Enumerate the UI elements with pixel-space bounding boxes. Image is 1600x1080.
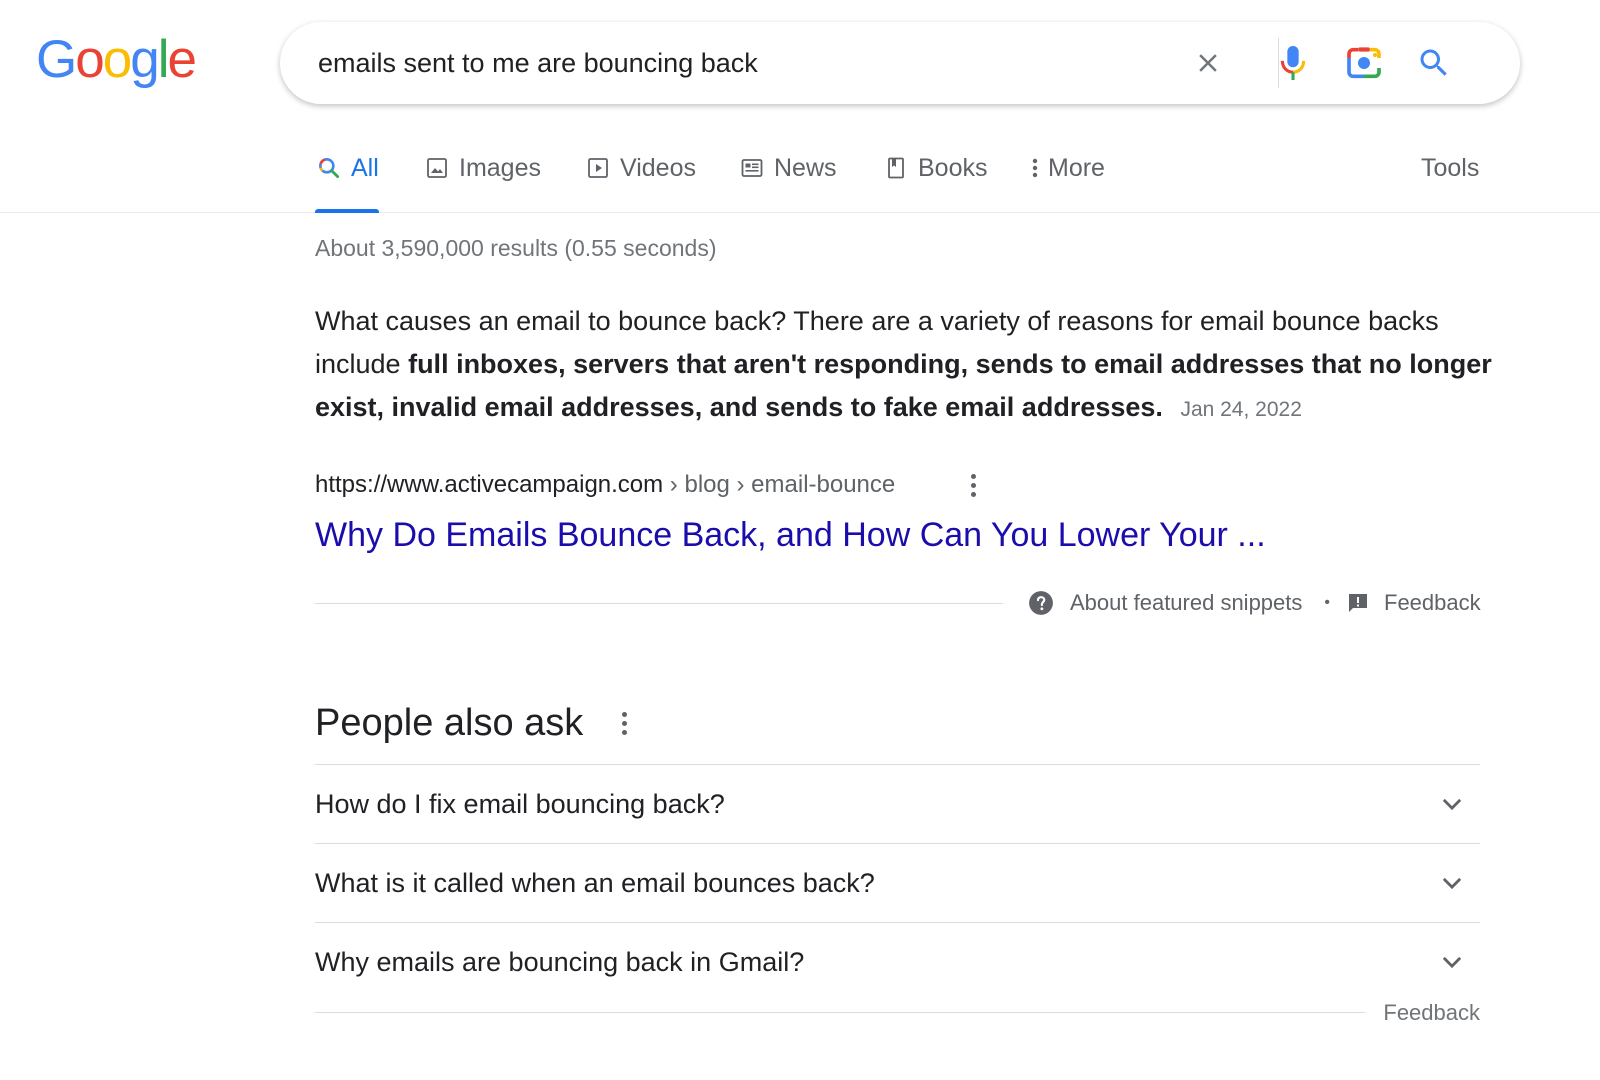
bookmark-icon [882,152,910,184]
snippet-date: Jan 24, 2022 [1180,398,1302,421]
help-icon[interactable] [1028,590,1054,616]
tab-more[interactable]: More [1028,140,1105,212]
snippet-feedback-link[interactable]: Feedback [1384,590,1481,616]
tools-button[interactable]: Tools [1421,140,1479,212]
footer-separator: • [1324,594,1330,611]
tab-label: News [774,154,837,182]
about-featured-snippets-link[interactable]: About featured snippets [1070,590,1302,616]
paa-bottom-divider [315,1012,1365,1013]
search-box[interactable]: emails sent to me are bouncing back [280,22,1520,104]
tab-label: Images [459,154,541,182]
search-input[interactable]: emails sent to me are bouncing back [318,22,758,104]
logo-letter: o [75,30,105,89]
camera-lens-icon[interactable] [1342,41,1386,85]
logo-letter: G [36,30,77,89]
snippet-bold-text: full inboxes, servers that aren't respon… [315,349,1492,422]
snippet-end-text: . [1155,392,1163,422]
paa-question[interactable]: What is it called when an email bounces … [315,843,1480,921]
search-tabs: All Images Videos News Books More Tools [0,140,1600,213]
paa-question-text: How do I fix email bouncing back? [315,789,725,819]
paa-feedback-link[interactable]: Feedback [1383,998,1480,1028]
feedback-icon[interactable] [1346,591,1370,615]
tab-all[interactable]: All [315,140,379,213]
snippet-divider [315,603,1003,604]
paa-question[interactable]: How do I fix email bouncing back? [315,764,1480,842]
clear-icon[interactable] [1186,41,1230,85]
dots-vertical-icon [1028,152,1042,184]
tab-news[interactable]: News [738,140,837,212]
logo-letter: l [157,30,170,89]
result-citation[interactable]: https://www.activecampaign.com › blog › … [315,468,895,502]
tab-images[interactable]: Images [423,140,541,212]
people-also-ask-title: People also ask [315,702,584,744]
chevron-down-icon [1442,956,1462,969]
newspaper-icon [738,152,766,184]
citation-domain: https://www.activecampaign.com [315,471,664,498]
snippet-footer: About featured snippets • Feedback [1028,586,1481,620]
tab-videos[interactable]: Videos [584,140,696,212]
logo-letter: g [130,30,160,89]
tab-label: More [1048,154,1105,182]
result-stats: About 3,590,000 results (0.55 seconds) [315,235,717,261]
paa-question-text: Why emails are bouncing back in Gmail? [315,947,805,977]
logo-letter: o [102,30,133,89]
paa-question-text: What is it called when an email bounces … [315,868,875,898]
logo-letter: e [167,30,197,89]
search-icon [315,152,343,184]
citation-path: › blog › email-bounce [663,471,896,498]
tools-label: Tools [1421,154,1480,182]
active-tab-indicator [315,209,379,213]
tab-label: Videos [620,154,696,182]
tab-books[interactable]: Books [882,140,987,212]
play-icon [584,152,612,184]
chevron-down-icon [1442,877,1462,890]
result-options-icon[interactable] [963,470,983,500]
search-icon[interactable] [1412,41,1456,85]
tab-label: Books [918,154,988,182]
tab-label: All [351,154,379,182]
google-logo[interactable]: Google [36,28,197,92]
image-icon [423,152,451,184]
paa-options-icon[interactable] [614,708,634,738]
paa-question[interactable]: Why emails are bouncing back in Gmail? [315,922,1480,1000]
chevron-down-icon [1442,798,1462,811]
featured-snippet-text: What causes an email to bounce back? The… [315,300,1495,431]
result-title-link[interactable]: Why Do Emails Bounce Back, and How Can Y… [315,510,1266,560]
microphone-icon[interactable] [1271,41,1315,85]
